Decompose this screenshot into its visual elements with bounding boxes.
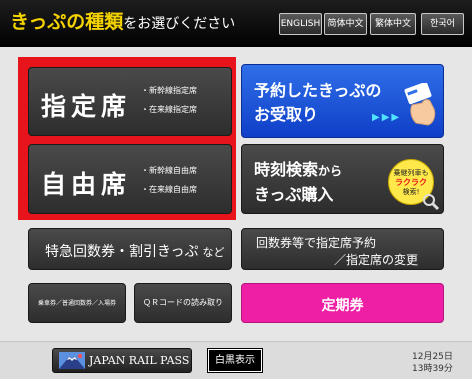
japan-rail-pass-label: JAPAN RAIL PASS	[89, 354, 190, 367]
page-title: きっぷの種類をお選びください	[10, 7, 235, 34]
reserved-seat-button[interactable]: 指定席 ・新幹線指定席 ・在来線指定席	[28, 67, 232, 136]
qr-code-read-button[interactable]: ＱＲコードの読み取り	[134, 283, 232, 323]
commuter-pass-button[interactable]: 定期券	[241, 283, 444, 323]
time-display: 13時39分	[412, 364, 453, 374]
coupon-discount-main: 特急回数券・割引きっぷ	[45, 244, 199, 260]
coupon-reserve-line1: 回数券等で指定席予約	[256, 236, 377, 250]
timetable-line2: きっぷ購入	[254, 185, 334, 204]
boarding-ticket-label: 乗車券／普通回数券／入場券	[37, 300, 116, 307]
reserved-seat-label: 指定席	[41, 92, 132, 121]
mount-fuji-icon	[59, 352, 85, 369]
unreserved-seat-line1: ・新幹線自由席	[141, 166, 197, 175]
title-main: きっぷの種類	[10, 11, 124, 33]
reserved-seat-line1: ・新幹線指定席	[141, 86, 197, 95]
unreserved-seat-line2: ・在来線自由席	[141, 185, 197, 194]
lang-simplified-chinese-button[interactable]: 简体中文	[324, 13, 367, 35]
title-rest: をお選びください	[123, 16, 236, 32]
pickup-line2: お受取り	[254, 105, 319, 124]
unreserved-seat-button[interactable]: 自由席 ・新幹線自由席 ・在来線自由席	[28, 144, 232, 214]
coupon-reserve-button[interactable]: 回数券等で指定席予約 ／指定席の変更	[241, 228, 444, 270]
unreserved-seat-label: 自由席	[41, 170, 132, 199]
coupon-discount-button[interactable]: 特急回数券・割引きっぷ など	[28, 228, 232, 270]
qr-code-read-label: ＱＲコードの読み取り	[143, 298, 223, 307]
footer-bar: JAPAN RAIL PASS 白黒表示 12月25日 13時39分	[0, 341, 472, 379]
magnifier-icon	[423, 194, 440, 211]
commuter-pass-label: 定期券	[321, 298, 364, 314]
pickup-line1: 予約したきっぷの	[254, 81, 382, 100]
coupon-reserve-line2: ／指定席の変更	[334, 253, 419, 267]
timetable-main: 時刻検索	[254, 160, 319, 179]
lang-english-button[interactable]: ENGLISH	[279, 13, 322, 35]
coupon-discount-text: 特急回数券・割引きっぷ など	[45, 241, 224, 261]
high-contrast-button[interactable]: 白黒表示	[207, 348, 263, 373]
header-bar: きっぷの種類をお選びください ENGLISH 简体中文 繁体中文 한국어	[0, 0, 472, 47]
reservation-pickup-button[interactable]: 予約したきっぷの お受取り ▶▶▶	[241, 64, 444, 138]
japan-rail-pass-button[interactable]: JAPAN RAIL PASS	[52, 348, 192, 373]
ticket-hand-icon	[404, 83, 436, 126]
lang-korean-button[interactable]: 한국어	[421, 13, 464, 35]
arrows-icon: ▶▶▶	[372, 112, 402, 123]
boarding-ticket-button[interactable]: 乗車券／普通回数券／入場券	[28, 283, 126, 323]
timetable-search-button[interactable]: 時刻検索から きっぷ購入 乗継列車も ラクラク 検索!	[241, 144, 444, 214]
timetable-line1: 時刻検索から	[254, 156, 342, 180]
timetable-suffix: から	[318, 164, 343, 178]
lang-traditional-chinese-button[interactable]: 繁体中文	[370, 13, 416, 35]
reserved-seat-line2: ・在来線指定席	[141, 105, 197, 114]
coupon-discount-suffix: など	[202, 246, 225, 259]
